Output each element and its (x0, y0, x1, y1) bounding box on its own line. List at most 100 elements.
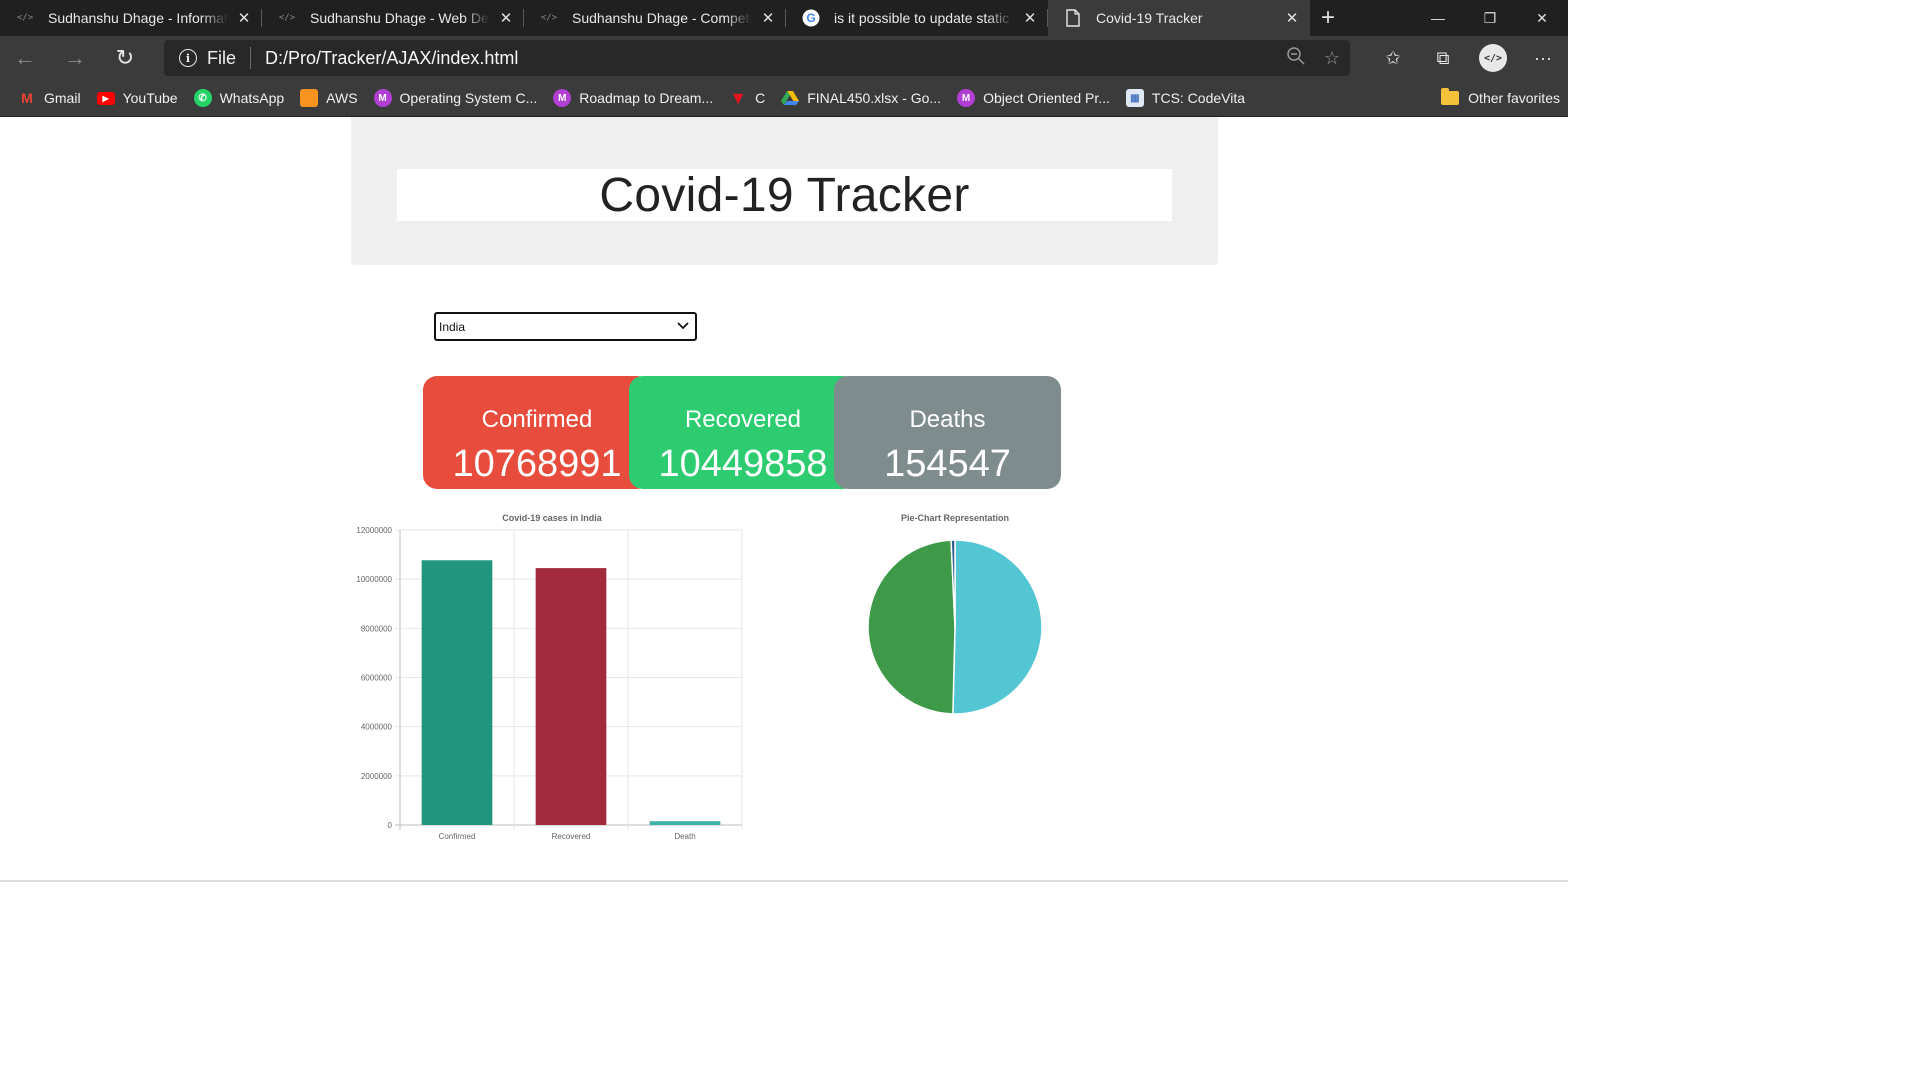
forward-arrow-icon[interactable]: → (50, 36, 100, 80)
deaths-value: 154547 (884, 443, 1011, 485)
pie-chart-svg: Pie-Chart Representation (867, 513, 1043, 715)
recovered-label: Recovered (684, 406, 802, 433)
favorites-bar: M Gmail ▶ YouTube ✆ WhatsApp AWS M Opera… (0, 80, 1568, 117)
star-icon[interactable]: ☆ (1324, 48, 1340, 69)
y-tick-label: 0 (388, 821, 393, 830)
y-tick-label: 6000000 (361, 674, 393, 683)
y-tick-label: 4000000 (361, 723, 393, 732)
favorite-operating-system[interactable]: M Operating System C... (366, 83, 546, 113)
tab-3[interactable]: G is it possible to update static site ✕ (786, 0, 1048, 36)
favorite-whatsapp[interactable]: ✆ WhatsApp (186, 83, 293, 113)
country-select[interactable]: India (434, 312, 697, 341)
page-title: Covid-19 Tracker (599, 168, 970, 222)
header-jumbotron: Covid-19 Tracker (351, 117, 1218, 265)
close-icon[interactable]: ✕ (1284, 10, 1300, 27)
close-icon[interactable]: ✕ (1022, 10, 1038, 27)
pie-slice-confirmed (952, 539, 1043, 715)
deaths-label: Deaths (909, 406, 986, 433)
stats-cards: Confirmed 10768991 Recovered 10449858 De… (423, 376, 1061, 489)
pie-chart: Pie-Chart Representation (850, 507, 1060, 727)
minimize-icon[interactable]: — (1412, 0, 1464, 36)
close-icon[interactable]: ✕ (498, 10, 514, 27)
avatar: </> (1479, 44, 1507, 72)
youtube-icon: ▶ (96, 91, 115, 105)
tab-title: Sudhanshu Dhage - Competitive (572, 10, 752, 26)
pie-slice-recovered (867, 539, 956, 715)
code-icon: </> (278, 13, 296, 23)
google-icon: G (802, 9, 820, 27)
close-icon[interactable]: ✕ (760, 10, 776, 27)
url-scheme: File (207, 47, 237, 68)
folder-icon (1441, 88, 1460, 105)
tab-0[interactable]: </> Sudhanshu Dhage - Information ✕ (0, 0, 262, 36)
confirmed-card: Confirmed 10768991 (423, 376, 651, 489)
code-icon: </> (540, 13, 558, 23)
address-bar[interactable]: i File D:/Pro/Tracker/AJAX/index.html ☆ (164, 40, 1350, 76)
svg-text:G: G (806, 11, 815, 25)
favorite-roadmap[interactable]: M Roadmap to Dream... (545, 83, 721, 113)
close-window-icon[interactable]: ✕ (1516, 0, 1568, 36)
favorite-codevita[interactable]: ▦ TCS: CodeVita (1118, 83, 1253, 113)
y-tick-label: 10000000 (356, 575, 392, 584)
profile-avatar[interactable]: </> (1468, 36, 1518, 80)
favorite-gmail[interactable]: M Gmail (10, 83, 89, 113)
favorite-final450[interactable]: FINAL450.xlsx - Go... (773, 83, 949, 113)
favorite-youtube[interactable]: ▶ YouTube (89, 83, 186, 113)
new-tab-button[interactable]: + (1310, 0, 1346, 36)
zoom-icon[interactable] (1286, 46, 1306, 71)
tab-strip: </> Sudhanshu Dhage - Information ✕ </> … (0, 0, 1568, 36)
close-icon[interactable]: ✕ (236, 10, 252, 27)
x-tick-label: Confirmed (439, 832, 476, 841)
bar-recovered (535, 568, 607, 825)
codevita-icon: ▦ (1125, 89, 1144, 107)
gmail-icon: M (21, 90, 33, 106)
bar-confirmed (421, 560, 493, 825)
bar-death (649, 821, 721, 825)
restore-icon[interactable]: ❐ (1464, 0, 1516, 36)
refresh-icon[interactable]: ↻ (100, 36, 150, 80)
m-icon: M (553, 89, 572, 107)
pie-chart-title: Pie-Chart Representation (901, 513, 1009, 523)
tab-title: Covid-19 Tracker (1096, 10, 1203, 26)
m-icon: M (373, 89, 392, 107)
m-icon: M (957, 89, 976, 107)
code-icon: </> (16, 13, 34, 23)
favorite-object-oriented[interactable]: M Object Oriented Pr... (949, 83, 1118, 113)
info-icon[interactable]: i (179, 49, 197, 67)
tab-title: is it possible to update static site (834, 10, 1014, 26)
x-tick-label: Death (674, 832, 695, 841)
browser-window: </> Sudhanshu Dhage - Information ✕ </> … (0, 0, 1568, 882)
more-icon[interactable]: ··· (1518, 36, 1568, 80)
tab-title: Sudhanshu Dhage - Information (48, 10, 228, 26)
favorites-icon[interactable]: ✩ (1368, 36, 1418, 80)
drive-icon (781, 89, 800, 107)
collections-icon[interactable]: ⧉ (1418, 36, 1468, 80)
tab-2[interactable]: </> Sudhanshu Dhage - Competitive ✕ (524, 0, 786, 36)
whatsapp-icon: ✆ (193, 89, 212, 107)
favorite-c[interactable]: ▼ C (721, 83, 773, 113)
c-icon: ▼ (729, 87, 748, 108)
window-controls: — ❐ ✕ (1412, 0, 1568, 36)
deaths-card: Deaths 154547 (834, 376, 1061, 489)
toolbar: ← → ↻ i File D:/Pro/Tracker/AJAX/index.h… (0, 36, 1568, 80)
y-tick-label: 2000000 (361, 772, 393, 781)
page-icon (1064, 9, 1082, 27)
tab-title: Sudhanshu Dhage - Web Developer (310, 10, 490, 26)
tab-active[interactable]: Covid-19 Tracker ✕ (1048, 0, 1310, 36)
x-tick-label: Recovered (552, 832, 591, 841)
url-text[interactable]: D:/Pro/Tracker/AJAX/index.html (265, 48, 518, 69)
tab-1[interactable]: </> Sudhanshu Dhage - Web Developer ✕ (262, 0, 524, 36)
aws-icon (300, 89, 319, 107)
other-favorites[interactable]: Other favorites (1441, 80, 1560, 116)
back-arrow-icon[interactable]: ← (0, 36, 50, 80)
chevron-down-icon (677, 321, 689, 333)
favorite-aws[interactable]: AWS (292, 83, 365, 113)
title-box: Covid-19 Tracker (397, 168, 1172, 222)
y-tick-label: 12000000 (356, 526, 392, 535)
recovered-card: Recovered 10449858 (629, 376, 857, 489)
confirmed-label: Confirmed (481, 406, 593, 433)
country-select-value: India (439, 319, 466, 334)
bar-chart-svg: Covid-19 cases in India 0 2000000 4000000 6… (356, 513, 743, 841)
page-content: Covid-19 Tracker India Confirmed 1076899… (0, 117, 1568, 882)
bar-chart: Covid-19 cases in India 0 2000000 4000000 6… (350, 507, 750, 847)
